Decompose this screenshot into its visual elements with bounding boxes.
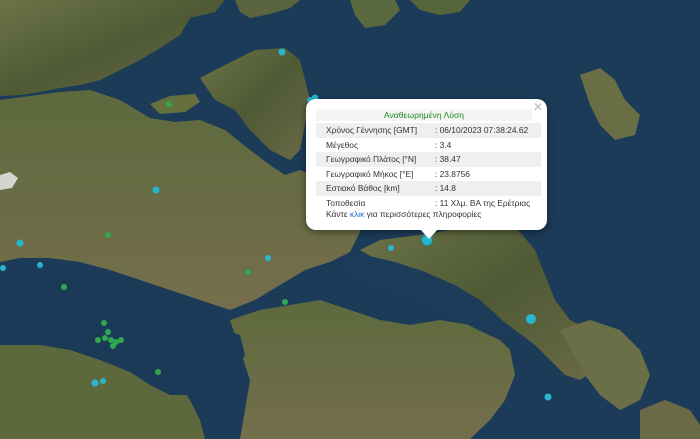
quake-marker[interactable]: [152, 186, 160, 194]
popup-title: Αναθεωρημένη Λύση: [316, 109, 532, 121]
quake-marker[interactable]: [16, 239, 24, 247]
more-prefix: Κάντε: [326, 209, 350, 219]
info-label: Γεωγραφικό Πλάτος [°N]: [316, 152, 432, 167]
info-row: Γεωγραφικό Πλάτος [°N]: 38.47: [316, 152, 541, 167]
info-value: : 14.8: [432, 181, 541, 196]
info-value: : 38.47: [432, 152, 541, 167]
quake-marker[interactable]: [110, 343, 116, 349]
quake-marker[interactable]: [265, 255, 271, 261]
info-row: Γεωγραφικό Μήκος [°E] : 23.8756: [316, 167, 541, 182]
quake-marker[interactable]: [91, 379, 99, 387]
quake-marker[interactable]: [61, 284, 67, 290]
quake-info-popup: ✕ Αναθεωρημένη Λύση Χρόνος Γέννησης [GMT…: [306, 99, 547, 239]
quake-marker[interactable]: [0, 265, 6, 271]
info-row: Τοποθεσία : 11 Χλμ. ΒΑ της Ερέτριας: [316, 196, 541, 211]
info-value: : 3.4: [435, 139, 452, 150]
info-value: : 23.8756: [435, 168, 470, 179]
quake-marker[interactable]: [388, 245, 394, 251]
info-row: Μέγεθος : 3.4: [316, 138, 541, 153]
quake-marker[interactable]: [95, 337, 101, 343]
info-label: Χρόνος Γέννησης [GMT]: [316, 123, 432, 138]
info-label: Γεωγραφικό Μήκος [°E]: [326, 168, 414, 179]
info-row: Εστιακό Βάθος [km]: 14.8: [316, 181, 541, 196]
info-value: : 11 Χλμ. ΒΑ της Ερέτριας: [435, 197, 531, 208]
quake-marker[interactable]: [155, 369, 161, 375]
close-icon[interactable]: ✕: [533, 100, 543, 114]
quake-marker[interactable]: [118, 337, 124, 343]
quake-marker[interactable]: [282, 299, 288, 305]
info-row: Χρόνος Γέννησης [GMT]: 06/10/2023 07:38:…: [316, 123, 541, 138]
quake-info-table: Χρόνος Γέννησης [GMT]: 06/10/2023 07:38:…: [316, 123, 541, 210]
quake-marker[interactable]: [526, 314, 536, 324]
quake-marker[interactable]: [278, 48, 286, 56]
more-info-text: Κάντε κλικ για περισσότερες πληροφορίες: [326, 209, 481, 219]
info-label: Εστιακό Βάθος [km]: [316, 181, 432, 196]
more-suffix: για περισσότερες πληροφορίες: [364, 209, 482, 219]
quake-marker[interactable]: [100, 378, 106, 384]
quake-marker[interactable]: [102, 335, 108, 341]
info-label: Τοποθεσία: [326, 197, 366, 208]
info-label: Μέγεθος: [326, 139, 358, 150]
info-value: : 06/10/2023 07:38:24.62: [432, 123, 541, 138]
quake-marker[interactable]: [37, 262, 43, 268]
quake-marker[interactable]: [544, 393, 552, 401]
quake-marker[interactable]: [105, 232, 111, 238]
quake-marker[interactable]: [105, 329, 111, 335]
quake-marker[interactable]: [101, 320, 107, 326]
quake-marker[interactable]: [166, 101, 172, 107]
more-info-link[interactable]: κλικ: [350, 209, 364, 219]
quake-marker[interactable]: [245, 269, 251, 275]
